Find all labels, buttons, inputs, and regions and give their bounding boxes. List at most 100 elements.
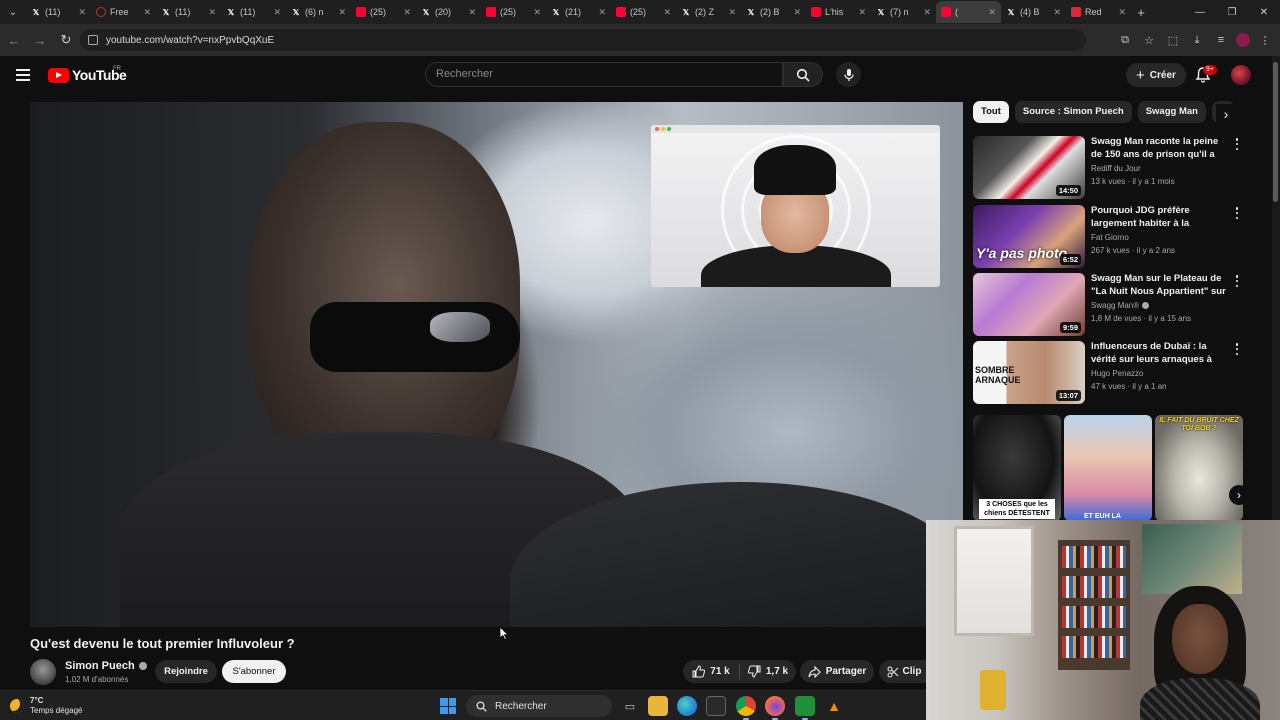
more-options-icon[interactable] xyxy=(1234,138,1240,150)
recommended-channel-name[interactable]: Hugo Penazzo xyxy=(1091,369,1143,378)
recommended-video-title[interactable]: Pourquoi JDG préfère largement habiter à… xyxy=(1091,205,1229,230)
tab-search-chevron-icon[interactable]: ⌄ xyxy=(0,0,26,24)
more-options-icon[interactable] xyxy=(1234,275,1240,287)
shelf-next-chevron-icon[interactable]: › xyxy=(1229,485,1249,505)
tab-close-icon[interactable]: ✕ xyxy=(533,7,541,18)
menu-icon[interactable] xyxy=(16,69,30,81)
xbox-app-icon[interactable] xyxy=(795,696,815,720)
filter-chip[interactable]: Tout xyxy=(973,101,1009,123)
new-tab-button[interactable]: + xyxy=(1131,5,1151,20)
back-icon[interactable]: ← xyxy=(2,28,26,52)
tab-close-icon[interactable]: ✕ xyxy=(988,7,996,18)
edge-browser-icon[interactable] xyxy=(677,696,697,716)
tab-close-icon[interactable]: ✕ xyxy=(923,7,931,18)
browser-tab[interactable]: (✕ xyxy=(936,1,1001,23)
channel-avatar[interactable] xyxy=(30,659,56,685)
short-thumbnail-dog[interactable]: 3 CHOSES que les chiens DÉTESTENT xyxy=(973,415,1061,521)
more-options-icon[interactable] xyxy=(1234,207,1240,219)
browser-tab[interactable]: 𝕏 (11) ✕ xyxy=(156,1,221,23)
taskbar-search[interactable]: Rechercher xyxy=(466,695,612,717)
tab-close-icon[interactable]: ✕ xyxy=(208,7,216,18)
browser-tab[interactable]: 𝕏 (11) ✕ xyxy=(221,1,286,23)
download-icon[interactable]: ⤓ xyxy=(1188,28,1206,52)
recommended-video-title[interactable]: Influenceurs de Dubaï : la vérité sur le… xyxy=(1091,341,1229,366)
recommended-video-title[interactable]: Swagg Man sur le Plateau de "La Nuit Nou… xyxy=(1091,273,1229,298)
recommended-channel-name[interactable]: Swagg Man® xyxy=(1091,301,1139,310)
browser-tab[interactable]: 𝕏 (7) n ✕ xyxy=(871,1,936,23)
recommended-video[interactable]: 14:50 Swagg Man raconte la peine de 150 a… xyxy=(973,136,1243,200)
recommended-channel-name[interactable]: Fat Giorno xyxy=(1091,233,1129,242)
recommended-channel-name[interactable]: Rediff du Jour xyxy=(1091,164,1141,173)
tab-close-icon[interactable]: ✕ xyxy=(403,7,411,18)
profile-avatar[interactable] xyxy=(1236,33,1250,47)
close-window-icon[interactable]: ✕ xyxy=(1248,0,1280,24)
more-options-icon[interactable] xyxy=(1234,343,1240,355)
video-thumbnail[interactable]: Y'a pas photo 6:52 xyxy=(973,205,1085,268)
tab-close-icon[interactable]: ✕ xyxy=(728,7,736,18)
tab-close-icon[interactable]: ✕ xyxy=(1118,7,1126,18)
video-thumbnail[interactable]: 14:50 xyxy=(973,136,1085,199)
browser-tab[interactable]: L'his ✕ xyxy=(806,1,871,23)
join-button[interactable]: Rejoindre xyxy=(155,660,217,683)
weather-widget[interactable]: 7°C Temps dégagé xyxy=(10,696,82,716)
bookmark-star-icon[interactable]: ☆ xyxy=(1140,28,1158,52)
recommended-video[interactable]: Y'a pas photo 6:52 Pourquoi JDG préfère la… xyxy=(973,205,1243,269)
search-input[interactable]: Rechercher xyxy=(425,62,783,87)
tab-close-icon[interactable]: ✕ xyxy=(793,7,801,18)
browser-tab[interactable]: 𝕏 (6) n ✕ xyxy=(286,1,351,23)
subscribe-button[interactable]: S'abonner xyxy=(222,660,286,683)
clip-button[interactable]: Clip xyxy=(879,660,929,683)
firefox-icon[interactable] xyxy=(765,696,785,720)
media-control-icon[interactable]: ≡ xyxy=(1212,28,1230,52)
tab-close-icon[interactable]: ✕ xyxy=(78,7,86,18)
browser-tab[interactable]: 𝕏 (4) B ✕ xyxy=(1001,1,1066,23)
browser-tab[interactable]: (25) ✕ xyxy=(611,1,676,23)
tab-close-icon[interactable]: ✕ xyxy=(663,7,671,18)
browser-tab[interactable]: Free ✕ xyxy=(91,1,156,23)
address-bar[interactable]: youtube.com/watch?v=nxPpvbQqXuE xyxy=(80,29,1086,51)
chips-next-chevron-icon[interactable]: › xyxy=(1216,104,1236,124)
browser-menu-icon[interactable]: ⋮ xyxy=(1256,28,1274,52)
voice-search-button[interactable] xyxy=(836,62,861,87)
like-button[interactable]: 71 k xyxy=(683,660,739,683)
vlc-icon[interactable]: ▲ xyxy=(824,696,844,716)
search-button[interactable] xyxy=(783,62,823,87)
site-info-icon[interactable] xyxy=(88,35,98,45)
video-thumbnail[interactable]: SOMBRE ARNAQUE 13:07 xyxy=(973,341,1085,404)
browser-tab[interactable]: 𝕏 (20) ✕ xyxy=(416,1,481,23)
restore-icon[interactable]: ❐ xyxy=(1216,0,1248,24)
browser-tab[interactable]: Red ✕ xyxy=(1066,1,1131,23)
tab-close-icon[interactable]: ✕ xyxy=(1053,7,1061,18)
reload-icon[interactable]: ↻ xyxy=(54,28,78,52)
browser-tab[interactable]: (25) ✕ xyxy=(351,1,416,23)
short-thumbnail-cartoon[interactable]: IL FAIT DU BRUIT CHEZ TOI BOB ? xyxy=(1155,415,1243,521)
tab-close-icon[interactable]: ✕ xyxy=(338,7,346,18)
tab-close-icon[interactable]: ✕ xyxy=(468,7,476,18)
channel-name-row[interactable]: Simon Puech xyxy=(65,660,147,672)
microsoft-store-icon[interactable] xyxy=(706,696,726,716)
tab-close-icon[interactable]: ✕ xyxy=(143,7,151,18)
start-windows-icon[interactable] xyxy=(440,698,456,714)
create-button[interactable]: + Créer xyxy=(1126,63,1186,87)
channel-name[interactable]: Simon Puech xyxy=(65,660,135,672)
dislike-button[interactable]: 1,7 k xyxy=(740,660,796,683)
chrome-icon[interactable] xyxy=(736,696,756,720)
video-thumbnail[interactable]: 9:59 xyxy=(973,273,1085,336)
task-view-icon[interactable]: ▭ xyxy=(620,696,640,716)
account-avatar[interactable] xyxy=(1231,65,1251,85)
tab-close-icon[interactable]: ✕ xyxy=(598,7,606,18)
recommended-video[interactable]: SOMBRE ARNAQUE 13:07 Influenceurs de Dubaï… xyxy=(973,341,1243,405)
browser-tab[interactable]: 𝕏 (2) B ✕ xyxy=(741,1,806,23)
file-explorer-icon[interactable] xyxy=(648,696,668,716)
recommended-video-title[interactable]: Swagg Man raconte la peine de 150 ans de… xyxy=(1091,136,1229,161)
browser-tab[interactable]: 𝕏 (11) ✕ xyxy=(26,1,91,23)
extensions-icon[interactable]: ⬚ xyxy=(1164,28,1182,52)
install-app-icon[interactable]: ⧉ xyxy=(1116,28,1134,52)
share-button[interactable]: Partager xyxy=(800,660,874,683)
forward-icon[interactable]: → xyxy=(28,28,52,52)
browser-tab[interactable]: 𝕏 (2) Z ✕ xyxy=(676,1,741,23)
recommended-video[interactable]: 9:59 Swagg Man sur le Plateau de "La Nuit… xyxy=(973,273,1243,337)
filter-chip[interactable]: Swagg Man xyxy=(1137,101,1206,123)
minimize-icon[interactable]: — xyxy=(1184,0,1216,24)
tab-close-icon[interactable]: ✕ xyxy=(858,7,866,18)
